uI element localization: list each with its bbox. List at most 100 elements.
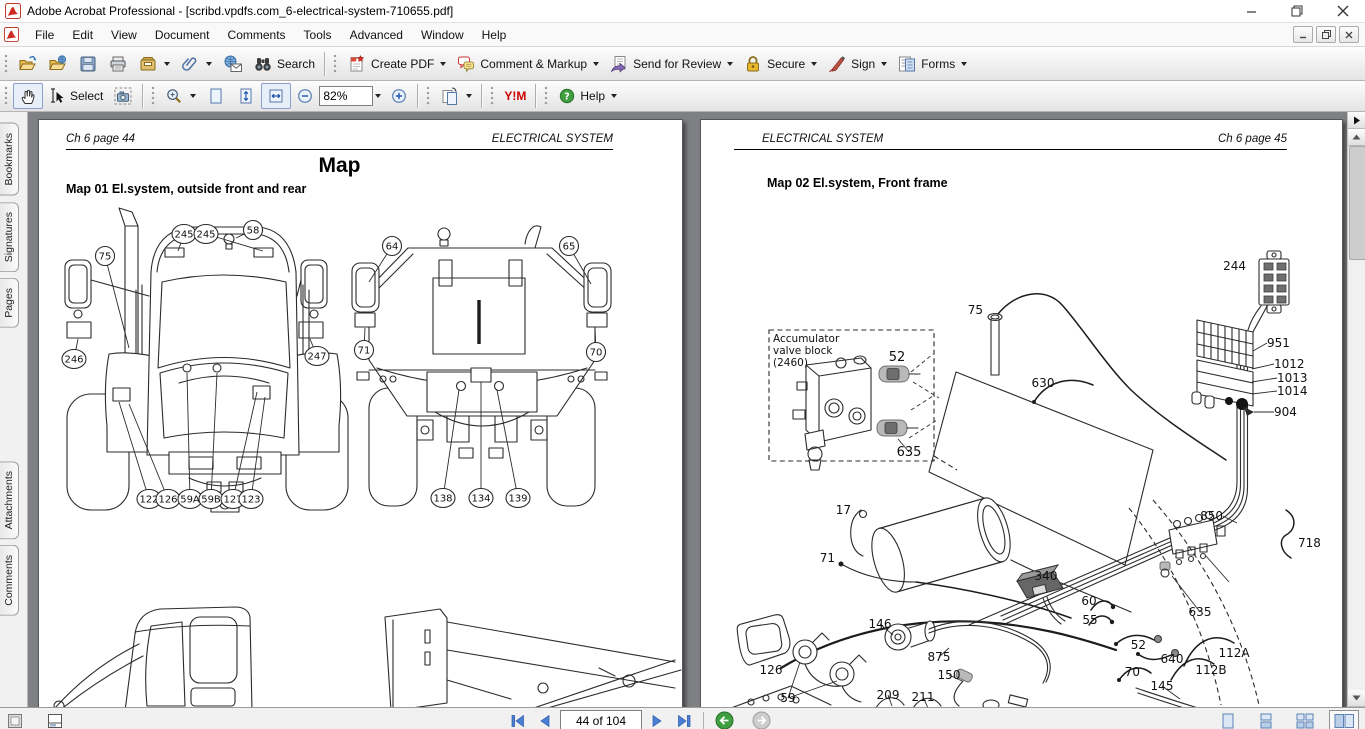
sign-dropdown-arrow[interactable] [881, 62, 887, 66]
toolbar-grip[interactable] [543, 85, 550, 107]
doc-restore-button[interactable] [1316, 26, 1336, 43]
svg-text:123: 123 [241, 495, 260, 506]
forms-button[interactable]: Forms [892, 51, 972, 77]
toolbar-grip[interactable] [332, 53, 339, 75]
file-toolbar: Search Create PDF Comment & Markup Send … [0, 47, 1365, 81]
menu-edit[interactable]: Edit [63, 25, 102, 45]
comment-markup-button[interactable]: Comment & Markup [451, 51, 604, 77]
menu-window[interactable]: Window [412, 25, 473, 45]
minimize-button[interactable] [1246, 6, 1257, 17]
svg-text:630: 630 [1032, 376, 1055, 390]
toolbar-grip[interactable] [489, 85, 496, 107]
menu-file[interactable]: File [26, 25, 63, 45]
scroll-down-button[interactable] [1348, 690, 1365, 707]
acrobat-app-icon [5, 3, 21, 19]
doc-close-button[interactable] [1339, 26, 1359, 43]
single-page-layout-icon [1218, 712, 1238, 729]
toolbar-grip[interactable] [3, 85, 10, 107]
zoom-tool-dropdown-arrow[interactable] [190, 94, 196, 98]
snapshot-tool-button[interactable] [108, 83, 138, 109]
svg-text:valve block: valve block [773, 345, 833, 357]
organizer-dropdown-arrow[interactable] [164, 62, 170, 66]
previous-view-button[interactable] [712, 709, 737, 729]
close-button[interactable] [1337, 5, 1349, 17]
secure-button[interactable]: Secure [738, 51, 822, 77]
split-window-button[interactable] [44, 711, 66, 729]
tab-signatures[interactable]: Signatures [0, 202, 19, 272]
search-button[interactable]: Search [248, 51, 320, 77]
tab-comments[interactable]: Comments [0, 545, 19, 616]
forms-dropdown-arrow[interactable] [961, 62, 967, 66]
tab-attachments[interactable]: Attachments [0, 461, 19, 539]
attach-button[interactable] [175, 51, 217, 77]
scroll-up-button[interactable] [1348, 129, 1365, 146]
fit-page-button[interactable] [231, 83, 261, 109]
save-button[interactable] [73, 51, 103, 77]
continuous-layout-button[interactable] [1253, 710, 1279, 729]
comment-markup-dropdown-arrow[interactable] [593, 62, 599, 66]
tab-bookmarks[interactable]: Bookmarks [0, 123, 19, 196]
folder-globe-icon [48, 54, 68, 74]
toolbar-separator [481, 84, 482, 108]
yahoo-messenger-button[interactable]: Y!M [499, 86, 531, 106]
restore-button[interactable] [1291, 5, 1303, 17]
zoom-tool-button[interactable] [160, 84, 201, 109]
facing-layout-button[interactable] [1329, 710, 1359, 729]
help-button[interactable]: ? Help [553, 84, 622, 108]
zoom-out-button[interactable] [291, 84, 319, 108]
collapse-pane-button[interactable] [1348, 112, 1365, 129]
secure-dropdown-arrow[interactable] [811, 62, 817, 66]
hand-tool-button[interactable] [13, 83, 43, 109]
create-pdf-dropdown-arrow[interactable] [440, 62, 446, 66]
open-file-button[interactable] [13, 51, 43, 77]
zoom-level-input[interactable] [319, 86, 373, 106]
menu-advanced[interactable]: Advanced [341, 25, 412, 45]
first-page-button[interactable] [507, 712, 529, 729]
sign-button[interactable]: Sign [822, 51, 892, 77]
toolbar-separator [535, 84, 536, 108]
toolbar-grip[interactable] [150, 85, 157, 107]
page-size-button[interactable] [4, 711, 26, 729]
zoom-in-button[interactable] [385, 84, 413, 108]
svg-text:71: 71 [358, 346, 371, 357]
document-pane[interactable]: Ch 6 page 44 ELECTRICAL SYSTEM Map Map 0… [28, 112, 1365, 707]
actual-size-button[interactable] [201, 83, 231, 109]
page-display-button[interactable] [435, 83, 477, 109]
page-number-input[interactable] [560, 710, 642, 729]
menu-comments[interactable]: Comments [219, 25, 295, 45]
email-button[interactable] [217, 51, 248, 77]
last-page-button[interactable] [673, 712, 695, 729]
help-dropdown-arrow[interactable] [611, 94, 617, 98]
create-pdf-button[interactable]: Create PDF [342, 51, 451, 77]
next-view-button[interactable] [749, 709, 774, 729]
forms-label: Forms [921, 57, 955, 71]
svg-text:(2460): (2460) [773, 357, 808, 369]
svg-text:134: 134 [471, 494, 490, 505]
zoom-level-dropdown-arrow[interactable] [375, 94, 381, 98]
tractor-rear-view [352, 226, 611, 506]
menu-tools[interactable]: Tools [295, 25, 341, 45]
menu-document[interactable]: Document [146, 25, 219, 45]
vertical-scrollbar[interactable] [1347, 112, 1365, 707]
fit-width-button[interactable] [261, 83, 291, 109]
next-page-button[interactable] [648, 712, 667, 729]
toolbar-grip[interactable] [425, 85, 432, 107]
previous-page-button[interactable] [535, 712, 554, 729]
attach-dropdown-arrow[interactable] [206, 62, 212, 66]
svg-text:146: 146 [869, 617, 892, 631]
select-tool-button[interactable]: Select [43, 83, 108, 109]
send-for-review-button[interactable]: Send for Review [604, 51, 738, 77]
organizer-button[interactable] [133, 51, 175, 77]
toolbar-grip[interactable] [3, 53, 10, 75]
doc-minimize-button[interactable] [1293, 26, 1313, 43]
menu-help[interactable]: Help [473, 25, 516, 45]
single-page-layout-button[interactable] [1215, 710, 1241, 729]
menu-view[interactable]: View [102, 25, 146, 45]
open-web-button[interactable] [43, 51, 73, 77]
tab-pages[interactable]: Pages [0, 278, 19, 328]
continuous-facing-layout-button[interactable] [1291, 710, 1319, 729]
print-button[interactable] [103, 51, 133, 77]
send-for-review-dropdown-arrow[interactable] [727, 62, 733, 66]
page-display-dropdown-arrow[interactable] [466, 94, 472, 98]
scrollbar-thumb[interactable] [1349, 146, 1365, 260]
